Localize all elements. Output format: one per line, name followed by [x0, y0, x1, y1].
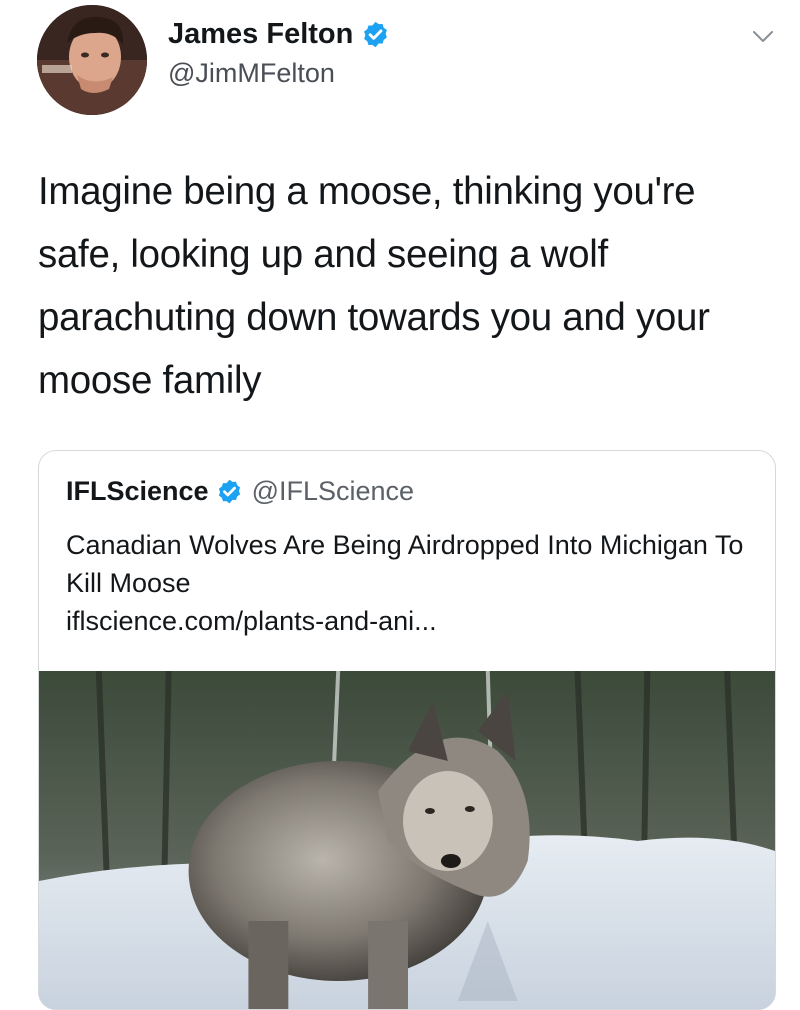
quoted-author-name: IFLScience	[66, 476, 209, 506]
author-display-name[interactable]: James Felton	[168, 18, 353, 51]
quoted-tweet-card[interactable]: IFLScience @IFLScience Canadian Wolves A…	[38, 450, 776, 1010]
quoted-author-row: IFLScience @IFLScience	[66, 476, 414, 507]
quoted-author-handle: @IFLScience	[251, 476, 415, 506]
quoted-article-link[interactable]: iflscience.com/plants-and-ani...	[66, 606, 437, 637]
tweet-text: Imagine being a moose, thinking you're s…	[38, 170, 710, 402]
quoted-article-title: Canadian Wolves Are Being Airdropped Int…	[66, 530, 744, 598]
author-handle[interactable]: @JimMFelton	[168, 58, 335, 89]
wolf-in-snow-photo[interactable]	[39, 671, 775, 1009]
author-name-row[interactable]: James Felton	[168, 18, 390, 51]
verified-badge-icon	[218, 479, 240, 504]
verified-badge-icon	[364, 21, 388, 48]
avatar[interactable]	[37, 5, 147, 115]
chevron-down-icon[interactable]	[752, 30, 774, 44]
